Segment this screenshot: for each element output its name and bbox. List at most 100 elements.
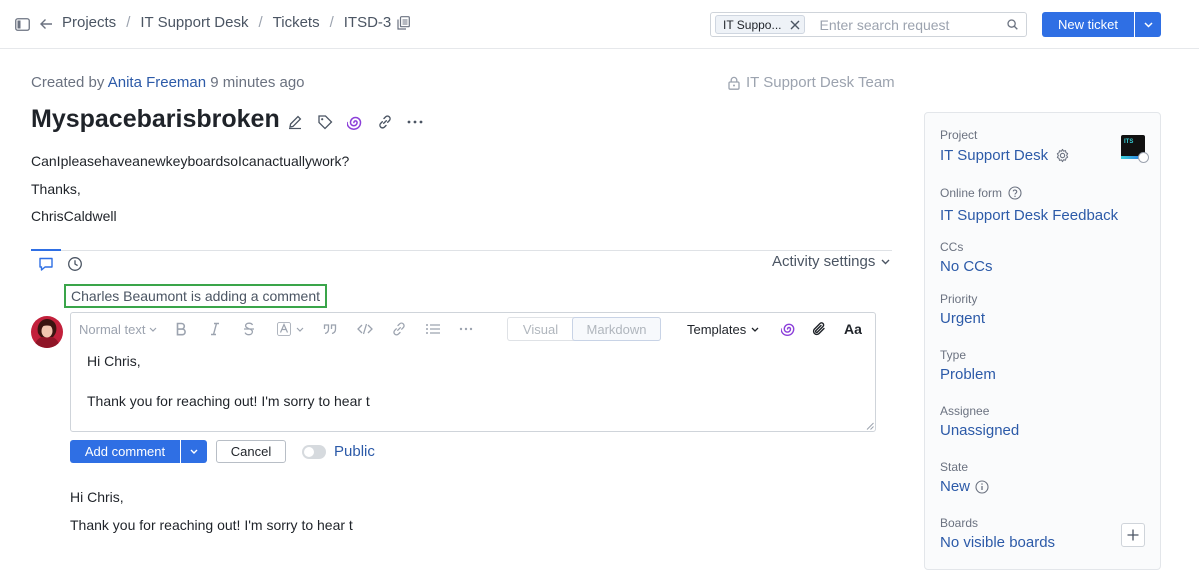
add-comment-button[interactable]: Add comment xyxy=(70,440,180,463)
bullet-list-icon[interactable] xyxy=(425,321,441,337)
description-line: ChrisCaldwell xyxy=(31,208,117,224)
public-label[interactable]: Public xyxy=(334,443,375,460)
more-formatting-icon[interactable] xyxy=(459,321,473,337)
info-icon[interactable] xyxy=(975,479,989,494)
text-style-label: Normal text xyxy=(79,321,146,337)
toggle-knob xyxy=(304,447,314,457)
chevron-down-icon xyxy=(190,449,198,454)
ai-assistant-icon[interactable] xyxy=(346,113,364,131)
search-input[interactable] xyxy=(819,16,1005,33)
chevron-down-icon xyxy=(881,259,890,264)
text-color-dropdown[interactable] xyxy=(277,321,304,337)
public-toggle[interactable] xyxy=(302,445,326,459)
attachment-icon[interactable] xyxy=(811,321,827,337)
chevron-down-icon xyxy=(751,327,759,332)
more-options-icon[interactable] xyxy=(406,113,424,131)
boards-value: No visible boards xyxy=(940,534,1056,551)
breadcrumb-project[interactable]: IT Support Desk xyxy=(140,14,248,31)
type-value[interactable]: Problem xyxy=(940,366,996,383)
activity-settings-dropdown[interactable]: Activity settings xyxy=(772,253,890,270)
ccs-value[interactable]: No CCs xyxy=(940,258,993,275)
back-arrow-icon[interactable] xyxy=(38,16,54,32)
ai-assistant-icon[interactable] xyxy=(781,321,797,337)
description-line: Thanks, xyxy=(31,181,81,197)
typing-notice: Charles Beaumont is adding a comment xyxy=(64,284,328,308)
priority-label: Priority xyxy=(940,292,978,306)
breadcrumb-projects[interactable]: Projects xyxy=(62,14,116,31)
breadcrumb-separator: / xyxy=(126,14,131,31)
comment-textarea[interactable]: Hi Chris, Thank you for reaching out! I'… xyxy=(87,353,370,409)
online-form-label: Online form xyxy=(940,186,1022,200)
ticket-title[interactable]: Myspacebarisbroken xyxy=(31,105,280,134)
search-filter-chip[interactable]: IT Suppo... xyxy=(715,15,806,34)
new-ticket-button[interactable]: New ticket xyxy=(1042,12,1134,37)
project-logo: ITS xyxy=(1121,135,1149,163)
project-label: Project xyxy=(940,128,978,142)
created-time: 9 minutes ago xyxy=(210,74,305,91)
insert-link-icon[interactable] xyxy=(391,321,407,337)
assignee-value[interactable]: Unassigned xyxy=(940,422,1019,439)
breadcrumb-ticket-id: ITSD-3 xyxy=(343,14,392,31)
add-board-button[interactable] xyxy=(1121,523,1145,547)
gear-icon[interactable] xyxy=(1055,148,1070,163)
logo-badge-icon xyxy=(1138,152,1149,163)
breadcrumb-separator: / xyxy=(258,14,263,31)
code-icon[interactable] xyxy=(357,321,373,337)
copy-icon[interactable] xyxy=(397,15,411,30)
sidebar-toggle-icon[interactable] xyxy=(14,16,30,32)
active-tab-indicator xyxy=(31,249,61,251)
link-icon[interactable] xyxy=(376,113,394,131)
ccs-label: CCs xyxy=(940,240,964,254)
font-settings-button[interactable]: Aa xyxy=(844,321,862,337)
state-link[interactable]: New xyxy=(940,478,970,495)
online-form-label-text: Online form xyxy=(940,186,1003,200)
chevron-down-icon xyxy=(296,327,304,332)
help-icon[interactable] xyxy=(1008,186,1022,200)
markdown-mode-button[interactable]: Markdown xyxy=(572,317,661,341)
type-label: Type xyxy=(940,348,967,362)
bold-icon[interactable] xyxy=(175,321,187,337)
project-link[interactable]: IT Support Desk xyxy=(940,147,1048,164)
quote-icon[interactable] xyxy=(323,321,337,337)
templates-dropdown[interactable]: Templates xyxy=(687,321,759,337)
lock-icon xyxy=(728,76,740,90)
boards-label: Boards xyxy=(940,516,979,530)
comments-tab-icon[interactable] xyxy=(38,256,54,272)
resize-handle-icon[interactable] xyxy=(866,422,874,430)
priority-value[interactable]: Urgent xyxy=(940,310,985,327)
italic-icon[interactable] xyxy=(209,321,221,337)
state-value: New xyxy=(940,478,989,495)
assignee-label: Assignee xyxy=(940,404,990,418)
edit-pencil-icon[interactable] xyxy=(286,113,304,131)
search-box: IT Suppo... xyxy=(710,12,1027,37)
search-icon[interactable] xyxy=(1007,19,1018,30)
description-line: CanIpleasehaveanewkeyboardsoIcanactually… xyxy=(31,153,350,169)
plus-icon xyxy=(1127,529,1139,541)
search-filter-chip-label: IT Suppo... xyxy=(723,17,782,32)
comment-preview-line: Thank you for reaching out! I'm sorry to… xyxy=(70,517,353,533)
add-comment-split-button: Add comment xyxy=(70,440,207,463)
text-style-dropdown[interactable]: Normal text xyxy=(79,321,157,337)
breadcrumb-tickets[interactable]: Tickets xyxy=(273,14,320,31)
editor-toolbar: Normal text Visual Markdown Templates Aa xyxy=(71,313,875,344)
new-ticket-split-button: New ticket xyxy=(1042,12,1161,37)
title-actions xyxy=(286,113,424,131)
templates-label: Templates xyxy=(687,321,747,337)
strikethrough-icon[interactable] xyxy=(243,321,255,337)
close-icon[interactable] xyxy=(790,20,800,30)
project-value: IT Support Desk xyxy=(940,147,1070,164)
activity-tabs-divider xyxy=(31,250,892,251)
new-ticket-dropdown-button[interactable] xyxy=(1135,12,1161,37)
add-comment-dropdown-button[interactable] xyxy=(181,440,207,463)
team-visibility: IT Support Desk Team xyxy=(728,74,895,91)
state-label: State xyxy=(940,460,969,474)
cancel-button[interactable]: Cancel xyxy=(216,440,286,463)
team-name: IT Support Desk Team xyxy=(746,74,895,91)
tag-icon[interactable] xyxy=(316,113,334,131)
visual-mode-button[interactable]: Visual xyxy=(508,318,573,340)
online-form-link[interactable]: IT Support Desk Feedback xyxy=(940,207,1118,224)
history-tab-icon[interactable] xyxy=(67,256,83,272)
project-logo-text: ITS xyxy=(1124,139,1134,145)
author-link[interactable]: Anita Freeman xyxy=(108,74,206,91)
editor-line: Thank you for reaching out! I'm sorry to… xyxy=(87,393,370,409)
